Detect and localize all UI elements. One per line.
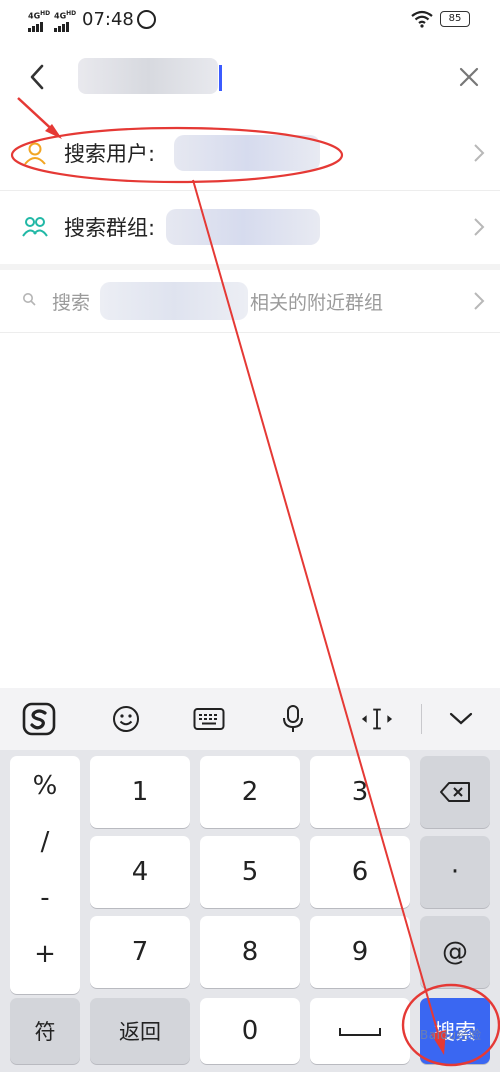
signal-4g-icon: 4GHD bbox=[28, 10, 50, 32]
key-0[interactable]: 0 bbox=[200, 998, 300, 1064]
redacted-query bbox=[174, 135, 320, 171]
key-6[interactable]: 6 bbox=[310, 836, 410, 908]
text-cursor bbox=[219, 65, 222, 91]
collapse-icon[interactable] bbox=[444, 702, 478, 736]
return-key[interactable]: 返回 bbox=[90, 998, 190, 1064]
at-key[interactable]: @ bbox=[420, 916, 490, 988]
back-arrow-icon[interactable] bbox=[24, 62, 52, 92]
signal-2-label: 4G bbox=[54, 11, 67, 21]
symbol-column: % / - + bbox=[10, 756, 80, 994]
backspace-key[interactable] bbox=[420, 756, 490, 828]
key-4[interactable]: 4 bbox=[90, 836, 190, 908]
wifi-icon bbox=[411, 10, 433, 28]
nearby-prefix: 搜索 bbox=[52, 292, 91, 314]
message-icon bbox=[137, 10, 156, 29]
user-icon bbox=[24, 142, 46, 165]
key-3[interactable]: 3 bbox=[310, 756, 410, 828]
search-nearby-groups-row[interactable]: 搜索 相关的附近群组 bbox=[0, 270, 500, 332]
redacted-query bbox=[100, 282, 248, 320]
status-time: 07:48 bbox=[82, 9, 134, 30]
toolbar-separator bbox=[421, 704, 422, 734]
symbols-key[interactable]: 符 bbox=[10, 998, 80, 1064]
group-icon bbox=[22, 217, 48, 237]
redacted-query bbox=[166, 209, 320, 245]
battery-indicator: 85 bbox=[440, 11, 470, 27]
signal-1-label: 4G bbox=[28, 11, 41, 21]
nearby-suffix: 相关的附近群组 bbox=[250, 292, 384, 314]
divider bbox=[0, 332, 500, 333]
signal-4g-icon: 4GHD bbox=[54, 10, 76, 32]
search-input[interactable] bbox=[78, 58, 218, 94]
search-user-row[interactable]: 搜索用户: bbox=[0, 116, 500, 190]
backspace-icon bbox=[440, 782, 470, 802]
key-2[interactable]: 2 bbox=[200, 756, 300, 828]
symbol-key-minus[interactable]: - bbox=[10, 878, 80, 918]
key-5[interactable]: 5 bbox=[200, 836, 300, 908]
cursor-move-icon[interactable] bbox=[360, 702, 394, 736]
search-user-label: 搜索用户: bbox=[64, 142, 156, 166]
watermark: Baidu经验 bbox=[420, 1028, 482, 1042]
dot-key[interactable]: · bbox=[420, 836, 490, 908]
symbol-key-percent[interactable]: % bbox=[10, 766, 80, 806]
space-icon bbox=[339, 1028, 381, 1036]
ime-keyboard: % / - + 1 2 3 4 5 6 · 7 8 9 @ 符 返回 0 搜索 bbox=[0, 688, 500, 1072]
key-7[interactable]: 7 bbox=[90, 916, 190, 988]
microphone-icon[interactable] bbox=[276, 702, 310, 736]
keyboard-icon[interactable] bbox=[192, 702, 226, 736]
status-bar: 4GHD 4GHD 07:48 85 bbox=[0, 0, 500, 40]
search-group-label: 搜索群组: bbox=[64, 216, 156, 240]
key-9[interactable]: 9 bbox=[310, 916, 410, 988]
search-icon bbox=[23, 293, 36, 306]
sogou-logo-icon[interactable] bbox=[22, 702, 56, 736]
search-header bbox=[0, 40, 500, 116]
chevron-right-icon bbox=[474, 292, 485, 310]
space-key[interactable] bbox=[310, 998, 410, 1064]
keyboard-toolbar bbox=[0, 688, 500, 750]
emoji-icon[interactable] bbox=[109, 702, 143, 736]
key-8[interactable]: 8 bbox=[200, 916, 300, 988]
symbol-key-slash[interactable]: / bbox=[10, 822, 80, 862]
search-group-row[interactable]: 搜索群组: bbox=[0, 190, 500, 264]
chevron-right-icon bbox=[474, 218, 485, 236]
key-1[interactable]: 1 bbox=[90, 756, 190, 828]
symbol-key-plus[interactable]: + bbox=[10, 934, 80, 974]
chevron-right-icon bbox=[474, 144, 485, 162]
clear-icon[interactable] bbox=[456, 64, 482, 90]
